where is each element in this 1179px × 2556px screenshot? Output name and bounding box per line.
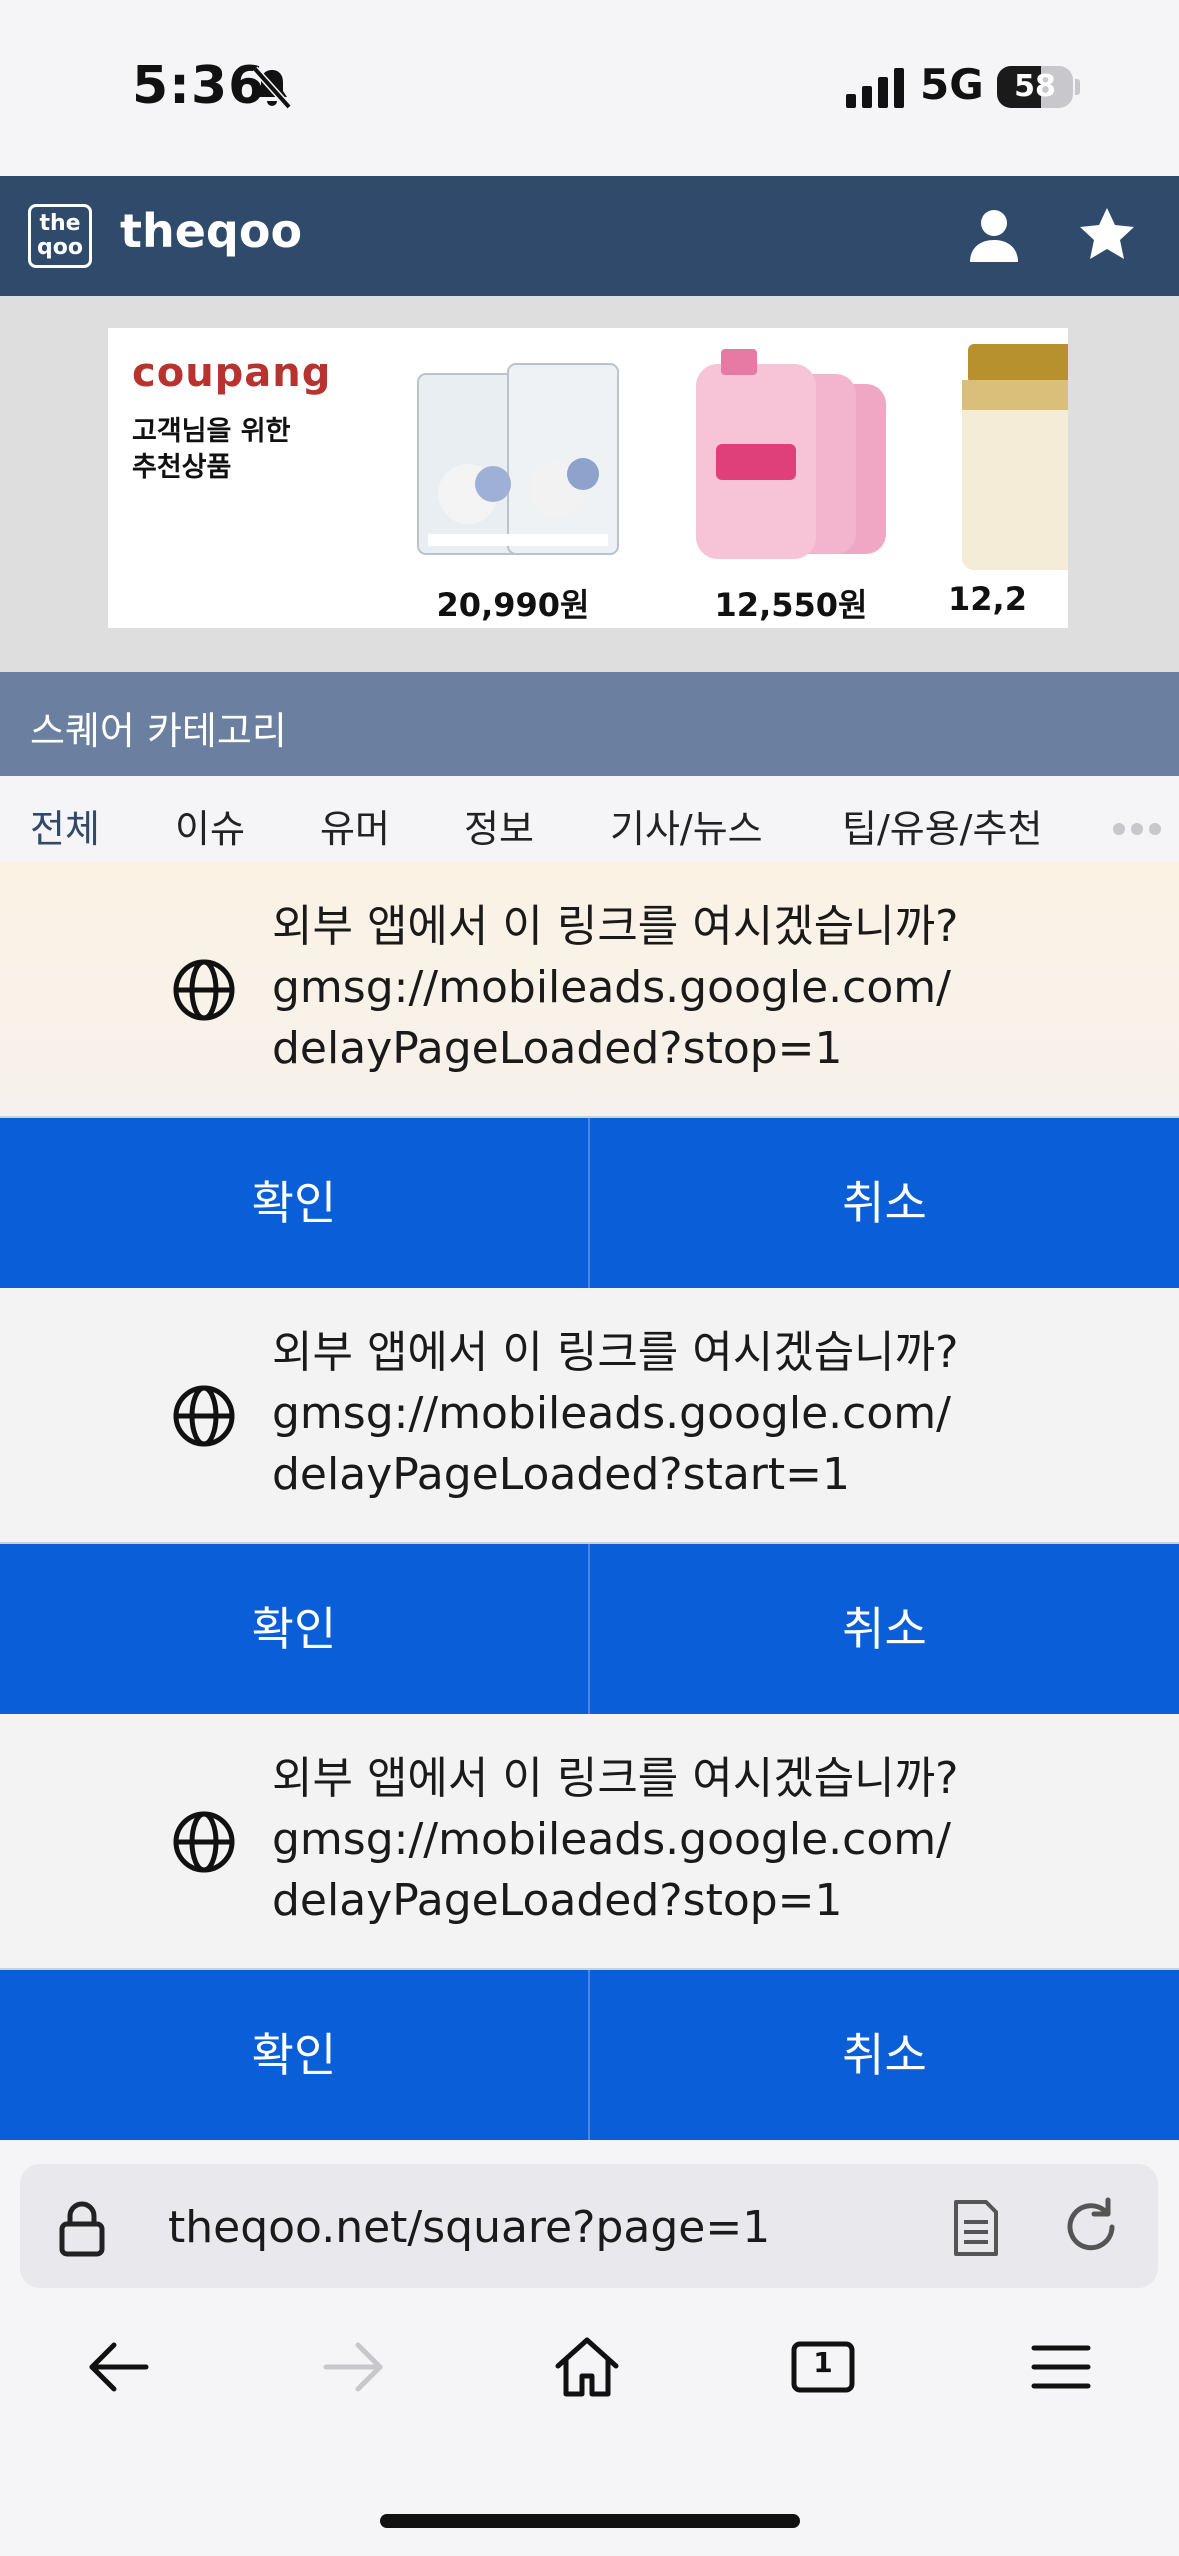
logo-text-top: the (39, 211, 81, 236)
open-link-dialog: 외부 앱에서 이 링크를 여시겠습니까? gmsg://mobileads.go… (0, 862, 1179, 1288)
site-header: the qoo theqoo (0, 176, 1179, 296)
globe-icon (173, 1811, 235, 1873)
ad-price: 12,2 (948, 580, 1027, 618)
dialog-prompt: 외부 앱에서 이 링크를 여시겠습니까? (272, 1753, 959, 1804)
home-icon[interactable] (552, 2332, 622, 2402)
browser-toolbar: theqoo.net/square?page=1 1 (0, 2140, 1179, 2556)
bell-muted-icon (252, 66, 292, 110)
dialog-text: 외부 앱에서 이 링크를 여시겠습니까? gmsg://mobileads.go… (272, 1322, 959, 1505)
more-icon[interactable] (1112, 822, 1162, 836)
site-logo[interactable]: the qoo (28, 204, 92, 268)
category-header: 스퀘어 카테고리 (0, 672, 1179, 776)
logo-text-bottom: qoo (37, 235, 83, 260)
dialog-url-path: delayPageLoaded?stop=1 (272, 1023, 843, 1074)
confirm-button[interactable]: 확인 (0, 1970, 588, 2140)
ad-brand: coupang (132, 350, 331, 396)
dialog-url: gmsg://mobileads.google.com/ (272, 1814, 951, 1865)
dialog-url-path: delayPageLoaded?start=1 (272, 1449, 850, 1500)
category-title: 스퀘어 카테고리 (30, 709, 287, 753)
ad-price: 20,990원 (436, 586, 590, 624)
dialog-prompt: 외부 앱에서 이 링크를 여시겠습니까? (272, 1327, 959, 1378)
globe-icon (173, 1385, 235, 1447)
site-title[interactable]: theqoo (120, 204, 302, 258)
dialog-message: 외부 앱에서 이 링크를 여시겠습니까? gmsg://mobileads.go… (0, 1288, 1179, 1544)
cancel-button[interactable]: 취소 (590, 1544, 1179, 1714)
globe-icon (173, 959, 235, 1021)
cancel-button[interactable]: 취소 (590, 1118, 1179, 1288)
signal-icon (846, 68, 904, 108)
star-icon[interactable] (1076, 204, 1138, 266)
toilet-paper-image (417, 363, 619, 555)
dialog-prompt: 외부 앱에서 이 링크를 여시겠습니까? (272, 901, 959, 952)
menu-icon[interactable] (1026, 2332, 1096, 2402)
confirm-button[interactable]: 확인 (0, 1544, 588, 1714)
tab-humor[interactable]: 유머 (320, 798, 390, 853)
confirm-button[interactable]: 확인 (0, 1118, 588, 1288)
dialog-message: 외부 앱에서 이 링크를 여시겠습니까? gmsg://mobileads.go… (0, 862, 1179, 1118)
open-link-dialog: 외부 앱에서 이 링크를 여시겠습니까? gmsg://mobileads.go… (0, 1288, 1179, 1714)
lock-icon (59, 2201, 105, 2257)
network-label: 5G (920, 60, 984, 109)
home-indicator[interactable] (380, 2514, 800, 2528)
ad-product[interactable]: 12,550원 (676, 344, 906, 624)
ad-area: coupang 고객님을 위한 추천상품 20,990원 12,550원 12,… (0, 296, 1179, 672)
detergent-image (696, 349, 886, 559)
dialog-url: gmsg://mobileads.google.com/ (272, 1388, 951, 1439)
tab-tips[interactable]: 팁/유용/추천 (842, 798, 1042, 853)
dialog-message: 외부 앱에서 이 링크를 여시겠습니까? gmsg://mobileads.go… (0, 1714, 1179, 1970)
battery-text: 58 (1014, 69, 1056, 104)
url-text[interactable]: theqoo.net/square?page=1 (168, 2202, 770, 2253)
tab-news[interactable]: 기사/뉴스 (610, 798, 763, 853)
shampoo-image (962, 344, 1068, 570)
tab-info[interactable]: 정보 (464, 798, 534, 853)
ad-banner[interactable]: coupang 고객님을 위한 추천상품 20,990원 12,550원 12,… (108, 328, 1068, 628)
back-arrow-icon[interactable] (84, 2332, 154, 2402)
dialog-url-path: delayPageLoaded?stop=1 (272, 1875, 843, 1926)
dialog-url: gmsg://mobileads.google.com/ (272, 962, 951, 1013)
reload-icon[interactable] (1060, 2196, 1122, 2258)
status-bar: 5:36 5G 58 (0, 0, 1179, 176)
url-bar[interactable]: theqoo.net/square?page=1 (20, 2164, 1158, 2288)
ad-product[interactable]: 12,2 (948, 344, 1068, 624)
open-link-dialog: 외부 앱에서 이 링크를 여시겠습니까? gmsg://mobileads.go… (0, 1714, 1179, 2140)
ad-brand-text: coupang (132, 350, 332, 396)
tab-all[interactable]: 전체 (30, 798, 100, 853)
forward-arrow-icon[interactable] (318, 2332, 388, 2402)
battery-icon: 58 (997, 66, 1080, 108)
tab-count: 1 (813, 2346, 833, 2379)
dialog-text: 외부 앱에서 이 링크를 여시겠습니까? gmsg://mobileads.go… (272, 1748, 959, 1931)
ad-product[interactable]: 20,990원 (398, 344, 628, 624)
tabs-button[interactable]: 1 (788, 2332, 858, 2402)
dialog-text: 외부 앱에서 이 링크를 여시겠습니까? gmsg://mobileads.go… (272, 896, 959, 1079)
user-icon[interactable] (964, 206, 1024, 266)
status-time: 5:36 (132, 56, 266, 116)
cancel-button[interactable]: 취소 (590, 1970, 1179, 2140)
category-tabs: 전체 이슈 유머 정보 기사/뉴스 팁/유용/추천 (0, 776, 1179, 862)
ad-price: 12,550원 (714, 586, 868, 624)
reader-mode-icon[interactable] (950, 2198, 1002, 2258)
ad-tagline: 고객님을 위한 추천상품 (132, 416, 291, 483)
tab-issue[interactable]: 이슈 (175, 798, 245, 853)
